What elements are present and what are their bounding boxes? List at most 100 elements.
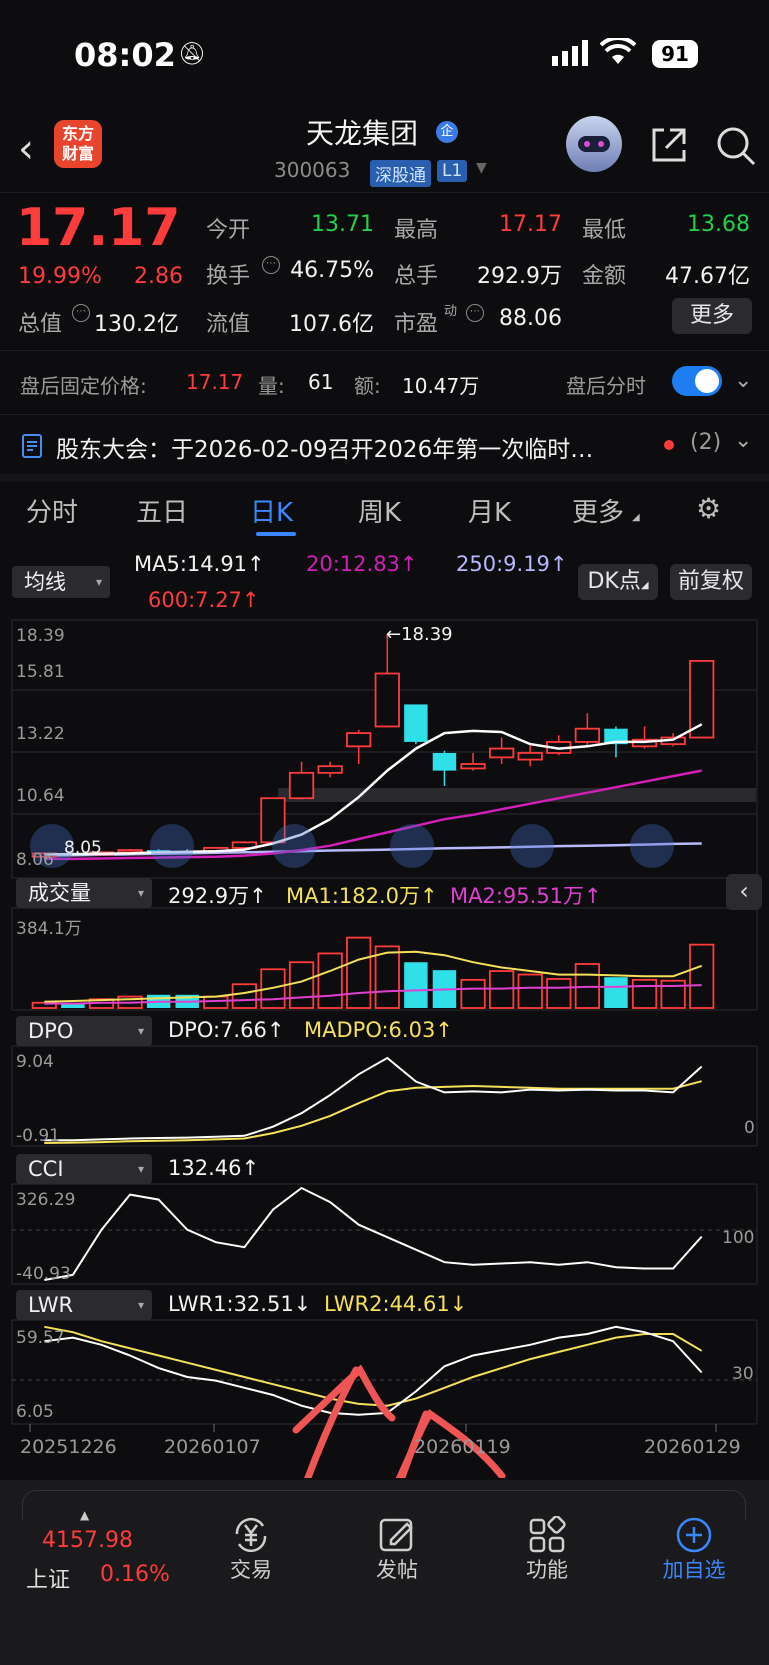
- date-tick: 20251226: [20, 1436, 117, 1458]
- date-tick: 20260129: [644, 1436, 741, 1458]
- tab-five-day[interactable]: 五日: [136, 492, 188, 529]
- info-dots-icon[interactable]: ⋯: [72, 304, 90, 322]
- dpo-value: DPO:7.66↑: [168, 1018, 285, 1042]
- cci-selector-label: CCI: [28, 1157, 64, 1181]
- last-price: 17.17: [16, 198, 181, 258]
- tab-daily-k[interactable]: 日K: [250, 492, 293, 529]
- dk-points-button[interactable]: DK点◢: [578, 564, 658, 600]
- chevron-down-icon[interactable]: ⌄: [734, 368, 752, 393]
- volume-ma2-line: [44, 984, 702, 1005]
- notice-text[interactable]: 股东大会：于2026-02-09召开2026年第一次临时…: [56, 430, 656, 464]
- dpo-axis-right: 0: [744, 1118, 755, 1138]
- volume-axis-top: 384.1万: [16, 919, 82, 939]
- volume-value: 292.9万: [477, 264, 562, 289]
- chart-control-button: [150, 824, 194, 868]
- nav-trade-label: 交易: [230, 1558, 272, 1582]
- expand-up-icon[interactable]: ▲: [80, 1508, 89, 1522]
- total-mv: 130.2亿: [94, 312, 179, 337]
- tab-more[interactable]: 更多: [572, 492, 624, 529]
- nav-add-watchlist-label: 加自选: [662, 1558, 726, 1582]
- after-hours-toggle-label: 盘后分时: [566, 374, 646, 398]
- yen-exchange-icon: [212, 1516, 290, 1554]
- nav-post[interactable]: 发帖: [358, 1516, 436, 1584]
- after-hours-qty: 61: [308, 370, 334, 394]
- logo-line2: 财富: [61, 144, 94, 163]
- candle-body: [460, 763, 486, 770]
- candle-body: [574, 727, 600, 743]
- chevron-down-icon[interactable]: ⌄: [734, 428, 752, 453]
- low-value: 13.68: [687, 212, 750, 237]
- volume-selector[interactable]: 成交量: [16, 878, 152, 908]
- nav-functions-label: 功能: [526, 1558, 568, 1582]
- info-dots-icon[interactable]: ⋯: [262, 256, 280, 274]
- lwr-axis-bottom: 6.05: [16, 1402, 54, 1422]
- collapse-panel-button[interactable]: ‹: [726, 874, 762, 910]
- active-tab-indicator: [256, 532, 296, 536]
- stock-switch-dropdown-icon[interactable]: ▼: [476, 160, 487, 176]
- battery-icon: 91: [652, 40, 698, 68]
- high-label: 最高: [394, 218, 439, 243]
- after-hours-amt-label: 额:: [354, 374, 381, 398]
- pe-sup: 动: [444, 304, 458, 319]
- candle-body: [404, 704, 428, 742]
- share-icon[interactable]: [648, 124, 690, 170]
- logo-line1: 东方: [61, 124, 94, 143]
- index-value[interactable]: 4157.98: [42, 1528, 133, 1553]
- cci-axis-right: 100: [722, 1228, 755, 1248]
- price-axis-label: 13.22: [16, 724, 65, 744]
- panel-frame: [11, 1045, 758, 1147]
- status-time: 08:02: [74, 36, 176, 74]
- grid-icon: [508, 1515, 586, 1554]
- price-axis-label: 18.39: [16, 626, 65, 646]
- dpo-selector[interactable]: DPO: [16, 1016, 152, 1046]
- more-button[interactable]: 更多: [672, 298, 752, 334]
- amount-label: 金额: [582, 264, 627, 289]
- info-dots-icon[interactable]: ⋯: [466, 304, 484, 322]
- robot-assistant-icon[interactable]: [566, 116, 622, 172]
- price-axis-label: 10.64: [16, 786, 65, 806]
- volume-bar: [346, 936, 372, 1009]
- index-name: 上证: [26, 1568, 71, 1593]
- nav-add-watchlist[interactable]: 加自选: [652, 1516, 736, 1584]
- total-mv-label: 总值: [18, 312, 63, 337]
- volume-selector-label: 成交量: [28, 881, 91, 905]
- app-logo: 东方 财富: [54, 120, 102, 168]
- float-mv-label: 流值: [206, 312, 251, 337]
- battery-level: 91: [661, 42, 689, 66]
- ma5-value: MA5:14.91↑: [134, 552, 265, 576]
- after-hours-toggle[interactable]: [672, 366, 722, 396]
- volume-bar: [604, 977, 628, 1008]
- back-icon[interactable]: ‹: [18, 126, 34, 172]
- lwr-selector[interactable]: LWR: [16, 1290, 152, 1320]
- document-icon: [22, 434, 42, 462]
- cci-line: [44, 1186, 703, 1281]
- kline-chart-area[interactable]: [0, 618, 769, 1478]
- volume-bar: [460, 978, 486, 1009]
- madpo-value: MADPO:6.03↑: [304, 1018, 453, 1042]
- chart-control-button: [510, 824, 554, 868]
- gear-icon[interactable]: ⚙: [696, 492, 721, 525]
- volume-ma1: MA1:182.0万↑: [286, 884, 438, 908]
- candle-body: [689, 660, 715, 739]
- tab-weekly-k[interactable]: 周K: [358, 492, 401, 529]
- open-label: 今开: [206, 218, 251, 243]
- tab-intraday[interactable]: 分时: [26, 492, 78, 529]
- volume-bar: [231, 983, 257, 1009]
- price-axis-label: 8.06: [16, 850, 54, 870]
- ma-selector-label: 均线: [24, 570, 66, 594]
- edit-icon: [358, 1516, 436, 1554]
- nav-functions[interactable]: 功能: [508, 1515, 586, 1584]
- dpo-axis-top: 9.04: [16, 1052, 54, 1072]
- watermark-band: [278, 788, 756, 802]
- ma-selector[interactable]: 均线: [12, 566, 110, 598]
- chart-control-button: [390, 824, 434, 868]
- wifi-icon: [599, 35, 637, 70]
- adjust-button[interactable]: 前复权: [670, 564, 752, 600]
- nav-trade[interactable]: 交易: [212, 1516, 290, 1584]
- search-icon[interactable]: [714, 124, 758, 172]
- dk-points-label: DK点: [587, 569, 641, 594]
- cci-selector[interactable]: CCI: [16, 1154, 152, 1184]
- stock-code: 300063: [274, 158, 351, 182]
- tab-monthly-k[interactable]: 月K: [468, 492, 511, 529]
- high-value: 17.17: [499, 212, 562, 237]
